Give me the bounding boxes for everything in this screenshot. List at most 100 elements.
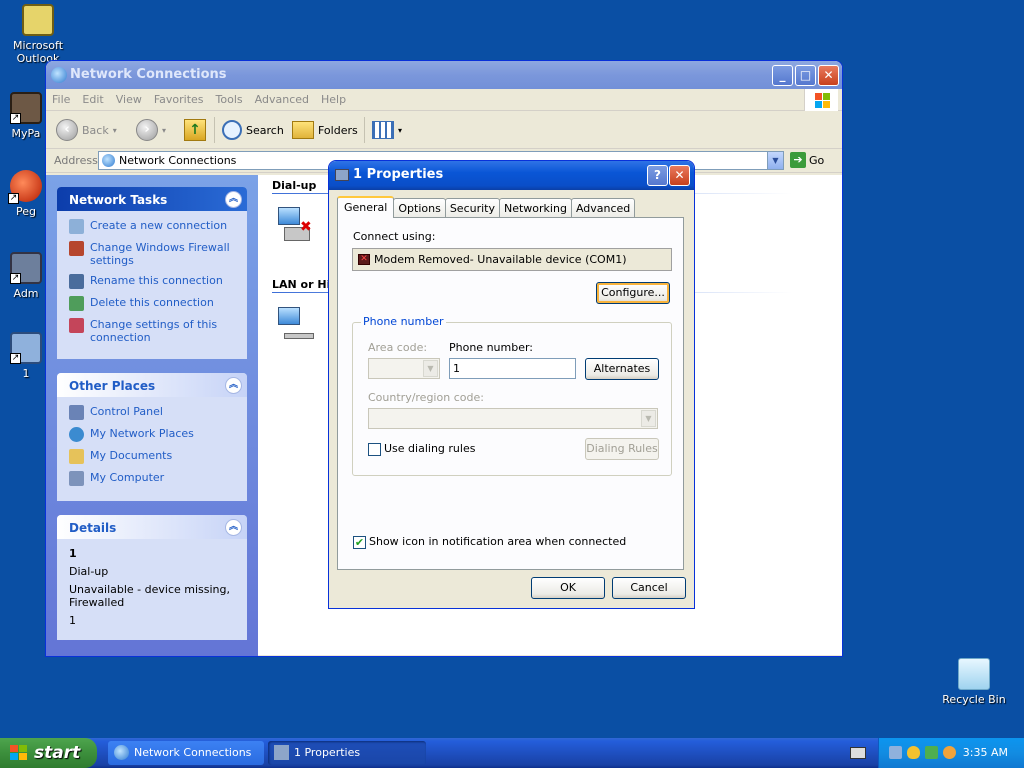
maximize-button[interactable]: □ [795, 65, 816, 86]
my-documents-icon [69, 449, 84, 464]
menu-help[interactable]: Help [315, 89, 352, 110]
firewall-icon [69, 241, 84, 256]
toolbar-divider [364, 117, 365, 143]
network-connections-icon [114, 745, 129, 760]
keyboard-icon[interactable] [850, 747, 866, 759]
desktop-icon-recycle-bin[interactable]: Recycle Bin [936, 658, 1012, 706]
general-tab-panel: Connect using: ✕ Modem Removed- Unavaila… [337, 217, 684, 570]
views-button[interactable]: ▾ [372, 118, 402, 142]
lan-connection-item[interactable] [276, 305, 316, 347]
task-change-settings[interactable]: Change settings of this connection [69, 318, 239, 344]
desktop-icon-outlook[interactable]: Microsoft Outlook [0, 4, 76, 65]
place-my-documents[interactable]: My Documents [69, 449, 239, 464]
network-tasks-header[interactable]: Network Tasks ︽ [57, 187, 247, 211]
dialing-rules-button[interactable]: Dialing Rules [585, 438, 659, 460]
tab-advanced[interactable]: Advanced [570, 198, 636, 218]
area-code-select: ▼ [368, 358, 440, 379]
address-label: Address [54, 154, 98, 167]
configure-button[interactable]: Configure... [596, 282, 670, 304]
windows-flag-icon [10, 745, 28, 761]
chevron-down-icon: ▾ [112, 125, 117, 135]
search-label: Search [246, 123, 284, 137]
dialup-connection-icon [274, 745, 289, 760]
task-delete-connection[interactable]: Delete this connection [69, 296, 239, 311]
dialog-titlebar[interactable]: 1 Properties ? ✕ [329, 161, 694, 190]
close-button[interactable]: ✕ [818, 65, 839, 86]
start-button[interactable]: start [0, 738, 97, 768]
delete-icon [69, 296, 84, 311]
task-create-connection[interactable]: Create a new connection [69, 219, 239, 234]
search-icon [222, 120, 242, 140]
show-icon-checkbox[interactable]: ✔ [353, 536, 366, 549]
go-button[interactable]: ➔ Go [790, 152, 824, 168]
cancel-button[interactable]: Cancel [612, 577, 686, 599]
tab-security[interactable]: Security [444, 198, 500, 218]
task-label: Change Windows Firewall settings [90, 241, 230, 267]
area-code-label: Area code: [368, 341, 428, 354]
network-tray-icon[interactable] [889, 746, 902, 759]
task-change-firewall[interactable]: Change Windows Firewall settings [69, 241, 239, 267]
chevron-down-icon: ▾ [162, 125, 167, 135]
place-label: My Documents [90, 449, 173, 462]
details-body: 1 Dial-up Unavailable - device missing, … [57, 539, 247, 640]
forward-button[interactable]: › ▾ [136, 118, 166, 142]
network-places-icon [69, 427, 84, 442]
phone-number-input[interactable]: 1 [449, 358, 576, 379]
group-title-dialup: Dial-up [272, 179, 317, 192]
minimize-button[interactable]: _ [772, 65, 793, 86]
collapse-chevron-icon[interactable]: ︽ [225, 377, 242, 394]
dialog-close-button[interactable]: ✕ [669, 165, 690, 186]
menu-file[interactable]: File [46, 89, 76, 110]
admin-tools-icon: ↗ [10, 252, 42, 284]
chevron-down-icon[interactable]: ▼ [767, 152, 783, 169]
update-icon[interactable] [925, 746, 938, 759]
ok-button[interactable]: OK [531, 577, 605, 599]
place-control-panel[interactable]: Control Panel [69, 405, 239, 420]
collapse-chevron-icon[interactable]: ︽ [225, 191, 242, 208]
menu-bar: File Edit View Favorites Tools Advanced Help [46, 89, 842, 111]
toolbar: ‹ Back ▾ › ▾ ↑ Search Folders ▾ [46, 111, 842, 149]
device-field[interactable]: ✕ Modem Removed- Unavailable device (COM… [352, 248, 672, 271]
security-shield-icon[interactable] [907, 746, 920, 759]
tab-networking[interactable]: Networking [498, 198, 572, 218]
taskbar-network-connections[interactable]: Network Connections [108, 741, 264, 765]
taskbar-1-properties[interactable]: 1 Properties [268, 741, 426, 765]
menu-advanced[interactable]: Advanced [249, 89, 315, 110]
network-tasks-box: Network Tasks ︽ Create a new connection … [57, 187, 247, 359]
menu-favorites[interactable]: Favorites [148, 89, 210, 110]
details-header[interactable]: Details ︽ [57, 515, 247, 539]
task-rename-connection[interactable]: Rename this connection [69, 274, 239, 289]
place-my-computer[interactable]: My Computer [69, 471, 239, 486]
details-box: Details ︽ 1 Dial-up Unavailable - device… [57, 515, 247, 640]
peg-icon: ↗ [8, 170, 42, 204]
tab-options[interactable]: Options [393, 198, 446, 218]
search-button[interactable]: Search [222, 118, 284, 142]
control-panel-icon [69, 405, 84, 420]
clock: 3:35 AM [962, 746, 1008, 759]
back-button[interactable]: ‹ Back ▾ [56, 118, 117, 142]
back-label: Back [82, 123, 109, 137]
menu-view[interactable]: View [110, 89, 148, 110]
dialup-connection-item[interactable]: ✖ [276, 205, 316, 247]
up-folder-button[interactable]: ↑ [184, 118, 206, 142]
system-tray: 3:35 AM [878, 738, 1024, 768]
folders-icon [292, 121, 314, 139]
alternates-button[interactable]: Alternates [585, 358, 659, 380]
other-places-header[interactable]: Other Places ︽ [57, 373, 247, 397]
menu-edit[interactable]: Edit [76, 89, 109, 110]
tab-general[interactable]: General [337, 196, 395, 218]
window-titlebar[interactable]: Network Connections _ □ ✕ [46, 61, 842, 89]
window-title: Network Connections [70, 67, 227, 82]
folders-button[interactable]: Folders [292, 118, 358, 142]
desktop-icon-label: Recycle Bin [942, 693, 1006, 706]
phone-number-group: Phone number Area code: ▼ Phone number: … [352, 315, 672, 476]
help-button[interactable]: ? [647, 165, 668, 186]
search-tray-icon[interactable] [943, 746, 956, 759]
other-places-list: Control Panel My Network Places My Docum… [57, 397, 247, 501]
collapse-chevron-icon[interactable]: ︽ [225, 519, 242, 536]
go-arrow-icon: ➔ [790, 152, 806, 168]
use-dialing-rules-checkbox[interactable] [368, 443, 381, 456]
phone-number-legend: Phone number [361, 315, 446, 328]
menu-tools[interactable]: Tools [210, 89, 249, 110]
place-my-network-places[interactable]: My Network Places [69, 427, 239, 442]
